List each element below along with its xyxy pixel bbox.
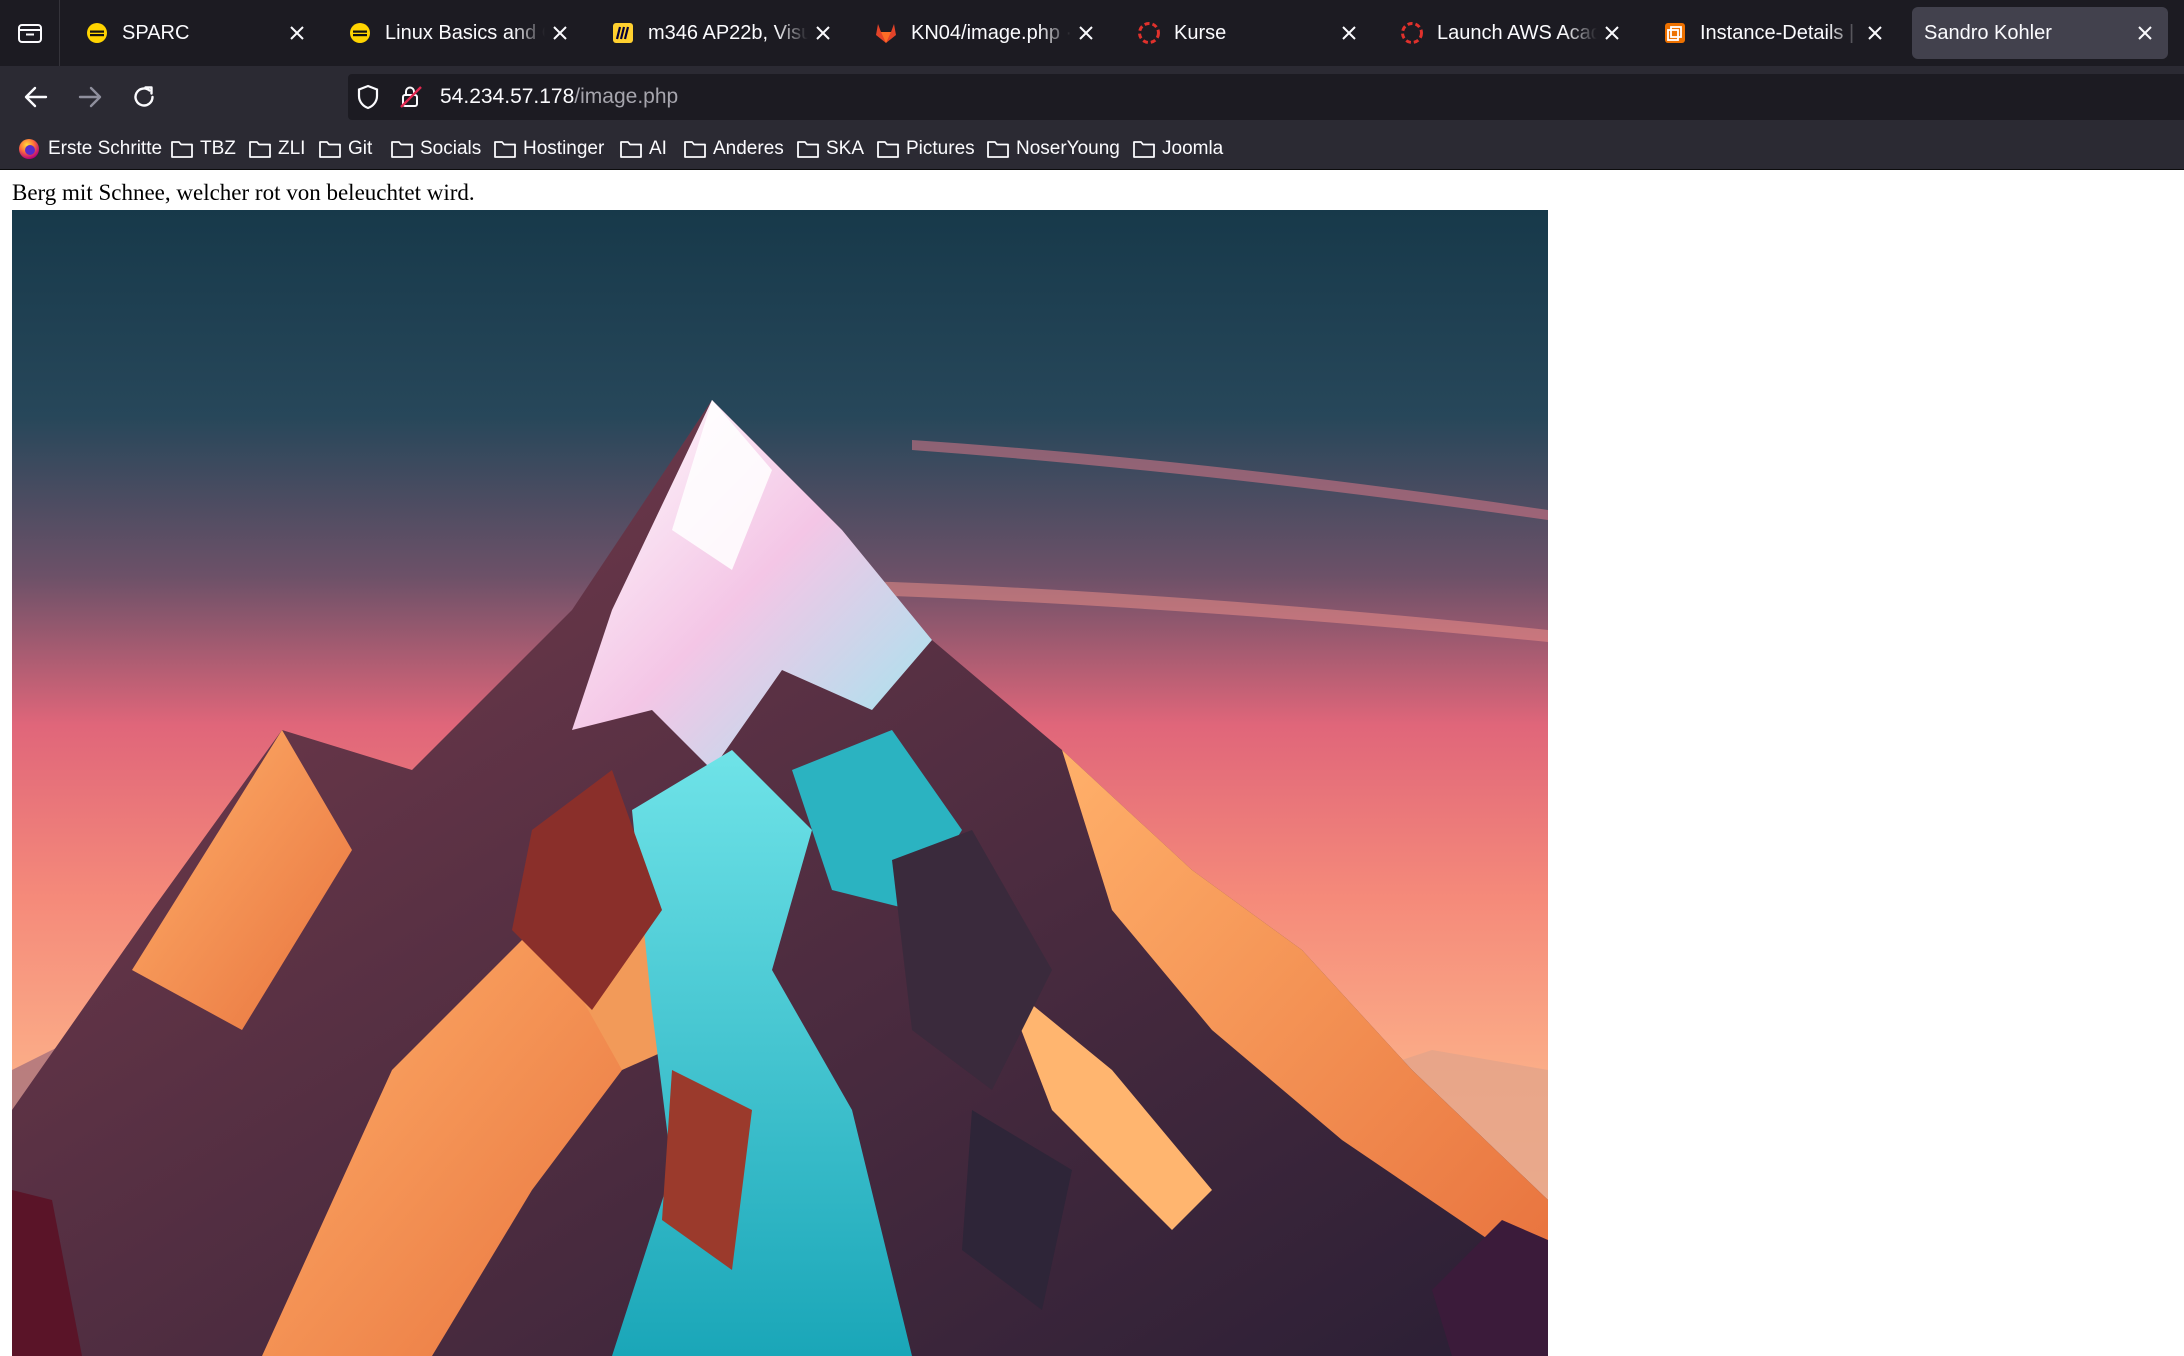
url-host: 54.234.57.178 xyxy=(440,85,575,108)
bookmarks-toolbar: Erste Schritte TBZ ZLI Git Socials Hosti… xyxy=(0,128,2184,170)
tab-title: SPARC xyxy=(122,21,190,44)
folder-icon xyxy=(796,138,820,160)
back-button[interactable] xyxy=(17,78,55,116)
bookmark-folder-joomla[interactable]: Joomla xyxy=(1132,136,1223,162)
tab-title: KN04/image.php · v4.0 xyxy=(911,21,1071,44)
sparc-favicon-icon xyxy=(84,20,110,46)
bookmark-folder-noseryoung[interactable]: NoserYoung xyxy=(986,136,1120,162)
arrow-right-icon xyxy=(78,86,102,108)
insecure-lock-icon[interactable] xyxy=(398,84,424,115)
folder-icon xyxy=(493,138,517,160)
close-tab-icon[interactable] xyxy=(1860,18,1890,48)
miro-favicon-icon xyxy=(610,20,636,46)
bookmark-label: ZLI xyxy=(278,138,306,159)
image-caption: Berg mit Schnee, welcher rot von beleuch… xyxy=(12,180,475,205)
tab-list-button[interactable] xyxy=(0,0,60,66)
tab-title: Kurse xyxy=(1174,21,1227,44)
bookmark-label: Git xyxy=(348,138,373,159)
page-content: Berg mit Schnee, welcher rot von beleuch… xyxy=(0,170,2184,1356)
bookmark-label: NoserYoung xyxy=(1016,138,1120,159)
gitlab-favicon-icon xyxy=(873,20,899,46)
folder-icon xyxy=(170,138,194,160)
tab-linux-basics[interactable]: Linux Basics and CLI Lab xyxy=(331,7,583,59)
close-tab-icon[interactable] xyxy=(2130,18,2160,48)
bookmark-label: Anderes xyxy=(713,138,784,159)
bookmark-label: Erste Schritte xyxy=(48,138,163,159)
bookmark-folder-zli[interactable]: ZLI xyxy=(248,136,305,162)
close-tab-icon[interactable] xyxy=(808,18,838,48)
forward-button[interactable] xyxy=(71,78,109,116)
reload-icon xyxy=(134,86,154,107)
tab-miro-whiteboard[interactable]: m346 AP22b, Visual Whiteboard xyxy=(594,7,846,59)
bookmark-label: SKA xyxy=(826,138,865,159)
aws-favicon-icon xyxy=(1662,20,1688,46)
tab-title: Sandro Kohler xyxy=(1924,21,2052,44)
navigation-toolbar: 54.234.57.178/image.php xyxy=(0,66,2184,128)
tab-title: Instance-Details | EC2 xyxy=(1700,21,1860,44)
tab-sandro-kohler-active[interactable]: Sandro Kohler xyxy=(1912,7,2168,59)
tab-strip: SPARC Linux Basics and CLI Lab m346 AP22… xyxy=(0,0,2184,66)
bookmark-folder-hostinger[interactable]: Hostinger xyxy=(493,136,604,162)
close-tab-icon[interactable] xyxy=(545,18,575,48)
address-bar[interactable]: 54.234.57.178/image.php xyxy=(348,74,2184,120)
bookmark-label: AI xyxy=(649,138,667,159)
folder-icon xyxy=(619,138,643,160)
reload-button[interactable] xyxy=(125,78,163,116)
arrow-left-icon xyxy=(24,86,48,108)
firefox-icon xyxy=(18,138,42,160)
folder-icon xyxy=(248,138,272,160)
tab-launch-aws-academy[interactable]: Launch AWS Academy xyxy=(1383,7,1635,59)
bookmark-folder-ska[interactable]: SKA xyxy=(796,136,864,162)
bookmark-label: Pictures xyxy=(906,138,975,159)
aws-academy-favicon-icon xyxy=(1136,20,1162,46)
url-path: /image.php xyxy=(574,85,679,108)
close-tab-icon[interactable] xyxy=(1334,18,1364,48)
tab-list-icon xyxy=(17,24,42,43)
tab-sparc[interactable]: SPARC xyxy=(68,7,320,59)
bookmark-erste-schritte[interactable]: Erste Schritte xyxy=(18,136,162,162)
shield-icon[interactable] xyxy=(356,84,380,115)
tab-ec2-instance-details[interactable]: Instance-Details | EC2 xyxy=(1646,7,1898,59)
url-text[interactable]: 54.234.57.178/image.php xyxy=(440,85,678,109)
close-tab-icon[interactable] xyxy=(1597,18,1627,48)
tab-title: m346 AP22b, Visual Whiteboard xyxy=(648,21,808,44)
bookmark-folder-anderes[interactable]: Anderes xyxy=(683,136,784,162)
folder-icon xyxy=(318,138,342,160)
folder-icon xyxy=(390,138,414,160)
folder-icon xyxy=(1132,138,1156,160)
sparc-favicon-icon xyxy=(347,20,373,46)
bookmark-folder-tbz[interactable]: TBZ xyxy=(170,136,236,162)
bookmark-label: Socials xyxy=(420,138,482,159)
close-tab-icon[interactable] xyxy=(282,18,312,48)
folder-icon xyxy=(876,138,900,160)
bookmark-label: Hostinger xyxy=(523,138,605,159)
bookmark-folder-git[interactable]: Git xyxy=(318,136,372,162)
tab-title: Launch AWS Academy xyxy=(1437,21,1597,44)
bookmark-label: TBZ xyxy=(200,138,236,159)
folder-icon xyxy=(986,138,1010,160)
bookmark-folder-socials[interactable]: Socials xyxy=(390,136,481,162)
tab-title: Linux Basics and CLI Lab xyxy=(385,21,545,44)
bookmark-folder-pictures[interactable]: Pictures xyxy=(876,136,975,162)
tab-gitlab-image-php[interactable]: KN04/image.php · v4.0 xyxy=(857,7,1109,59)
tab-kurse[interactable]: Kurse xyxy=(1120,7,1372,59)
bookmark-label: Joomla xyxy=(1162,138,1224,159)
bookmark-folder-ai[interactable]: AI xyxy=(619,136,667,162)
mountain-image xyxy=(12,210,1548,1356)
close-tab-icon[interactable] xyxy=(1071,18,1101,48)
folder-icon xyxy=(683,138,707,160)
aws-academy-favicon-icon xyxy=(1399,20,1425,46)
